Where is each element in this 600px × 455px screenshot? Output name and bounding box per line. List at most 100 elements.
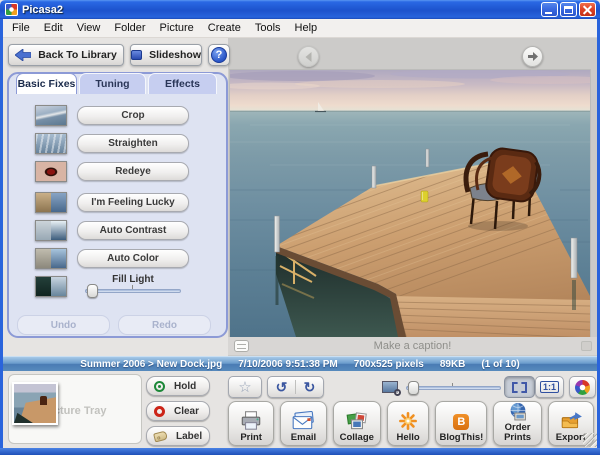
status-index: (1 of 10): [481, 359, 519, 370]
clear-label: Clear: [174, 406, 199, 417]
zoom-slider-thumb[interactable]: [408, 381, 419, 395]
crop-thumbnail: [35, 105, 67, 126]
slideshow-button[interactable]: Slideshow: [130, 44, 202, 66]
rotate-cw-button[interactable]: ↻: [296, 379, 323, 396]
tray-thumb-chair: [40, 396, 47, 405]
tab-basic-fixes[interactable]: Basic Fixes: [16, 73, 77, 94]
title-bar[interactable]: Picasa2: [0, 0, 600, 19]
auto-color-thumbnail: [35, 248, 67, 269]
caption-toggle-icon[interactable]: [581, 341, 592, 351]
straighten-button[interactable]: Straighten: [77, 134, 189, 153]
fit-view-icon: [512, 382, 527, 393]
actual-size-button[interactable]: 1:1: [535, 376, 564, 398]
crop-button[interactable]: Crop: [77, 106, 189, 125]
fit-view-button[interactable]: [504, 376, 535, 398]
picasa-logo-button[interactable]: [569, 376, 596, 398]
feeling-lucky-button[interactable]: I'm Feeling Lucky: [77, 193, 189, 212]
status-filesize: 89KB: [440, 359, 466, 370]
menu-create[interactable]: Create: [201, 20, 248, 36]
arrow-right-icon: [526, 50, 539, 63]
menu-file[interactable]: File: [5, 20, 37, 36]
auto-color-button[interactable]: Auto Color: [77, 249, 189, 268]
auto-contrast-thumbnail: [35, 220, 67, 241]
back-to-library-button[interactable]: Back To Library: [8, 44, 124, 66]
order-prints-label: Order Prints: [494, 423, 540, 442]
photo-canvas[interactable]: [230, 70, 590, 337]
menu-picture[interactable]: Picture: [153, 20, 201, 36]
rotate-ccw-button[interactable]: ↺: [268, 379, 295, 396]
menu-view[interactable]: View: [70, 20, 108, 36]
redeye-button[interactable]: Redeye: [77, 162, 189, 181]
back-arrow-icon: [15, 49, 31, 61]
filmstrip-next-button[interactable]: [522, 46, 543, 67]
menu-bar: File Edit View Folder Picture Create Too…: [0, 19, 600, 38]
straighten-thumbnail: [35, 133, 67, 154]
minimize-button[interactable]: [541, 2, 558, 17]
menu-tools[interactable]: Tools: [248, 20, 288, 36]
rotate-group: ↺ ↻: [267, 376, 324, 398]
fill-light-slider[interactable]: [85, 289, 181, 293]
picasa-logo-icon: [575, 380, 590, 395]
redo-button[interactable]: Redo: [118, 315, 211, 335]
hello-icon: [396, 411, 420, 431]
email-label: Email: [291, 433, 316, 443]
hold-label: Hold: [174, 381, 196, 392]
status-path: Summer 2006 > New Dock.jpg: [80, 359, 222, 370]
export-icon: [559, 411, 583, 431]
actions-row: Print Email Collage: [228, 401, 594, 446]
print-icon: [239, 411, 263, 431]
filmstrip-prev-button[interactable]: [298, 46, 319, 67]
menu-edit[interactable]: Edit: [37, 20, 70, 36]
label-label: Label: [176, 431, 202, 442]
one-to-one-icon: 1:1: [540, 381, 559, 393]
fill-light-thumbnail: [35, 276, 67, 297]
collage-button[interactable]: Collage: [333, 401, 381, 446]
undo-button[interactable]: Undo: [17, 315, 110, 335]
email-button[interactable]: Email: [280, 401, 326, 446]
picture-tray[interactable]: Picture Tray: [8, 374, 142, 444]
back-to-library-label: Back To Library: [38, 49, 117, 61]
resize-grip[interactable]: [583, 433, 597, 447]
label-button[interactable]: Label: [146, 426, 210, 446]
bottom-tray: Picture Tray Hold Clear Label ☆ ↺ ↻ 1:1: [3, 371, 597, 448]
order-prints-icon: [506, 402, 530, 421]
help-button[interactable]: ?: [208, 44, 230, 66]
maximize-icon: [564, 6, 573, 14]
status-dimensions: 700x525 pixels: [354, 359, 424, 370]
hold-button[interactable]: Hold: [146, 376, 210, 396]
star-icon: ☆: [238, 378, 251, 396]
status-datetime: 7/10/2006 9:51:38 PM: [238, 359, 338, 370]
print-label: Print: [240, 433, 262, 443]
blogthis-label: BlogThis!: [439, 433, 483, 443]
clear-button[interactable]: Clear: [146, 401, 210, 421]
feeling-lucky-thumbnail: [35, 192, 67, 213]
menu-help[interactable]: Help: [288, 20, 325, 36]
minimize-icon: [545, 12, 552, 14]
auto-contrast-button[interactable]: Auto Contrast: [77, 221, 189, 240]
menu-folder[interactable]: Folder: [107, 20, 152, 36]
order-prints-button[interactable]: Order Prints: [493, 401, 541, 446]
fill-light-slider-thumb[interactable]: [87, 284, 98, 298]
zoom-slider[interactable]: [406, 386, 501, 390]
maximize-button[interactable]: [560, 2, 577, 17]
window-title: Picasa2: [22, 4, 63, 16]
print-button[interactable]: Print: [228, 401, 274, 446]
redeye-thumbnail: [35, 161, 67, 182]
blogger-icon: B: [453, 414, 469, 430]
tab-tuning[interactable]: Tuning: [79, 73, 146, 94]
caption-placeholder[interactable]: Make a caption!: [228, 340, 597, 352]
caption-bar[interactable]: Make a caption!: [228, 337, 597, 355]
star-button[interactable]: ☆: [228, 376, 262, 398]
hello-button[interactable]: Hello: [387, 401, 429, 446]
tray-photo-thumbnail[interactable]: [12, 382, 58, 425]
collage-icon: [345, 411, 369, 431]
blogthis-button[interactable]: B BlogThis!: [435, 401, 487, 446]
hello-label: Hello: [396, 433, 419, 443]
tab-effects[interactable]: Effects: [148, 73, 217, 94]
window-border-bottom: [0, 448, 600, 455]
slideshow-label: Slideshow: [149, 49, 201, 61]
zoom-out-photo-icon: [382, 381, 398, 393]
window-border-left: [0, 19, 3, 448]
email-icon: [291, 411, 315, 431]
close-button[interactable]: [579, 2, 596, 17]
